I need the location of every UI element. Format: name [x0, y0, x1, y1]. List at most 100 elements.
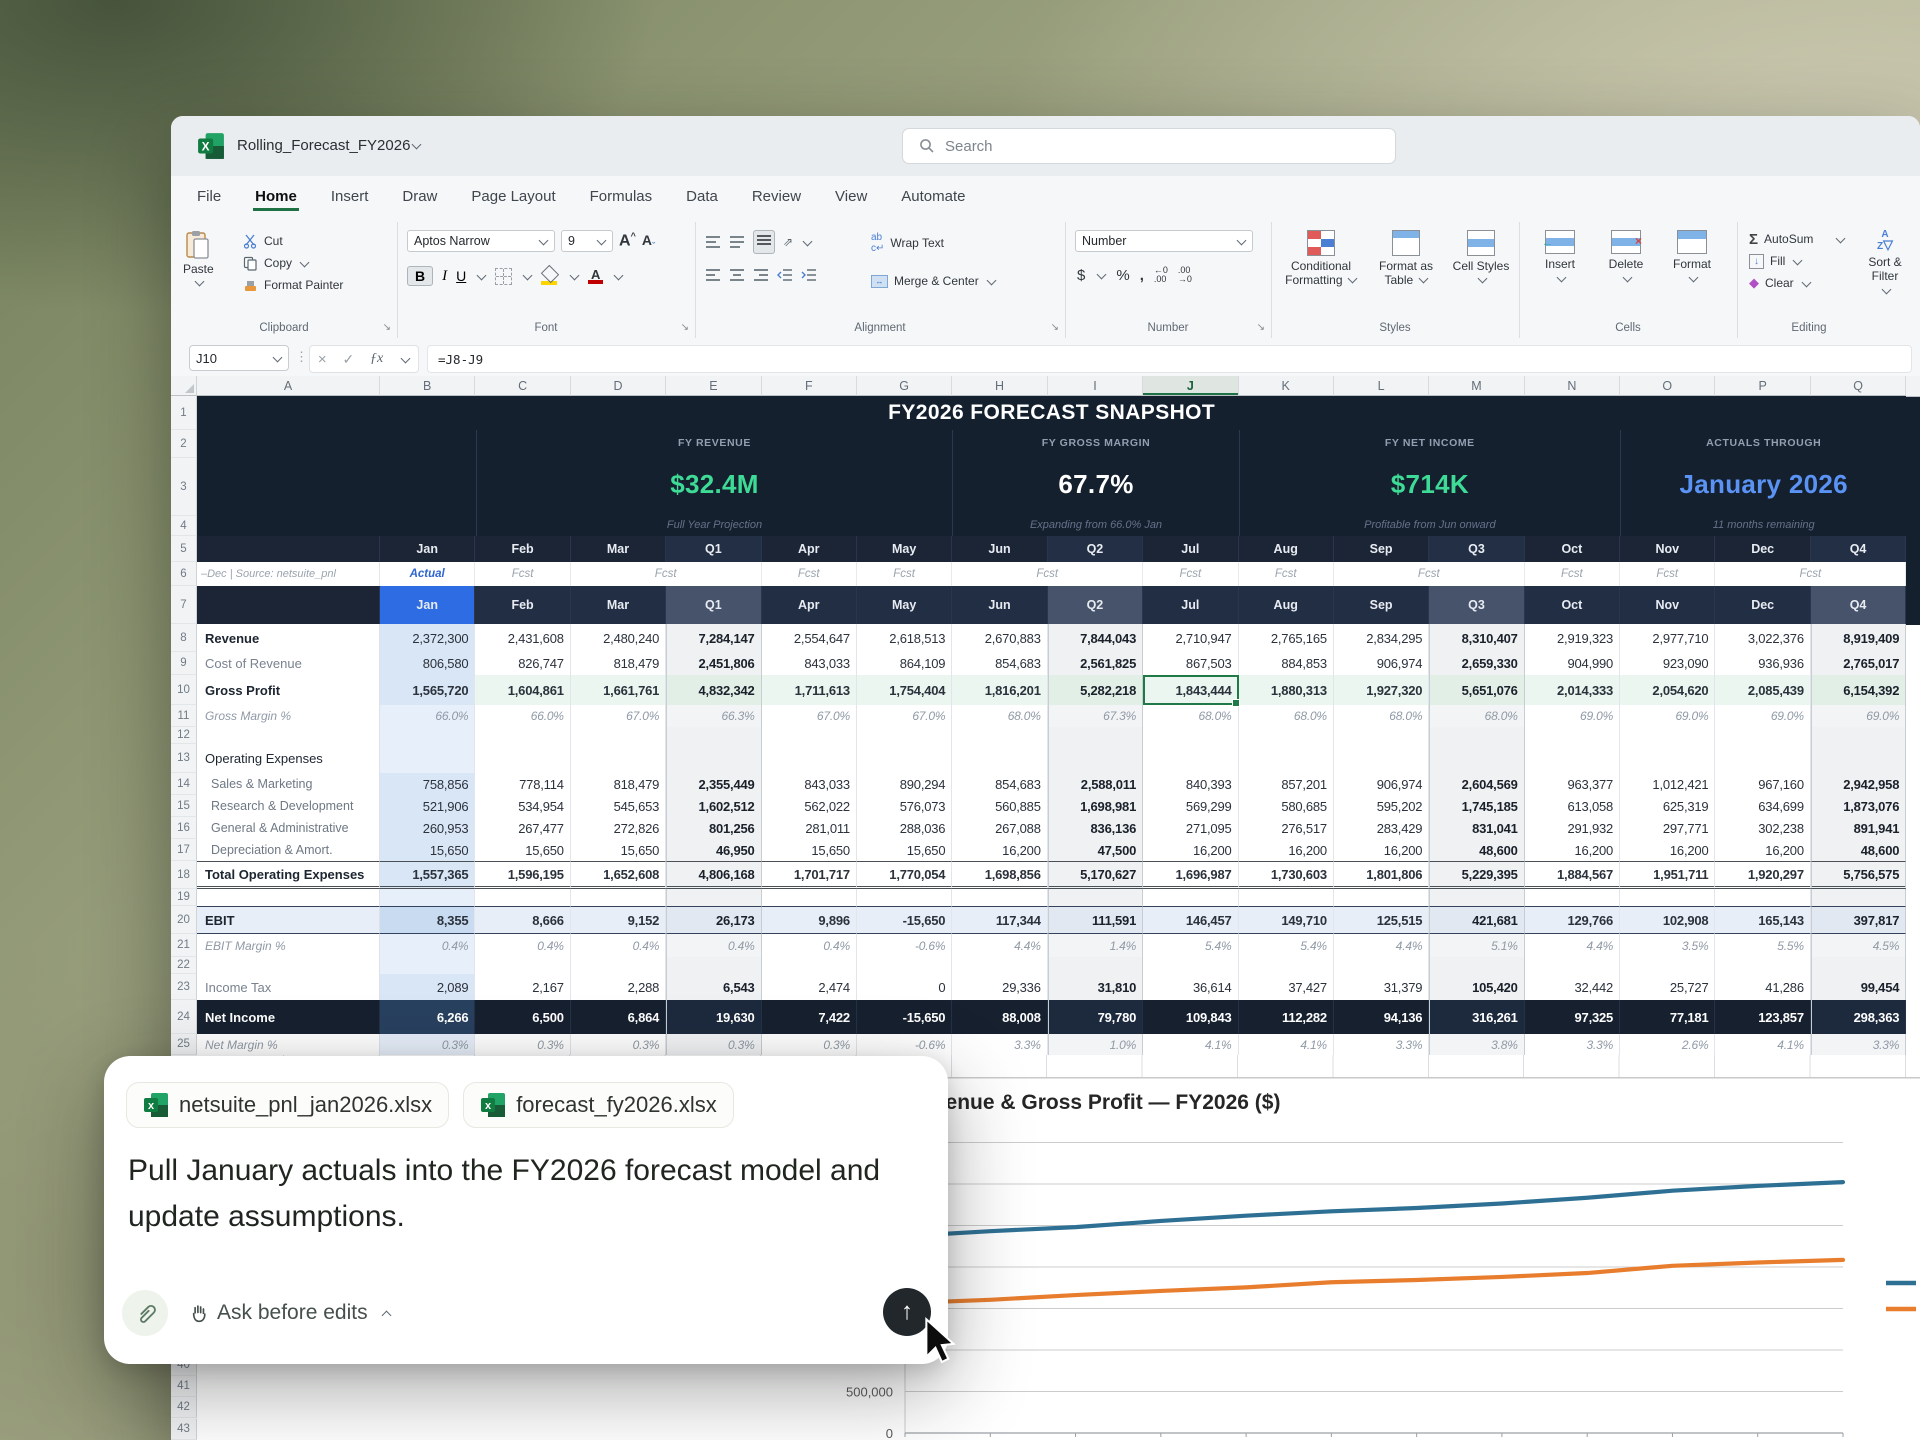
month-header-Jul[interactable]: Jul	[1143, 536, 1239, 562]
cell-D23[interactable]: 2,288	[570, 974, 667, 1000]
row-number-15[interactable]: 15	[171, 795, 197, 817]
cut-button[interactable]: Cut	[243, 230, 343, 252]
cell-P24[interactable]: 123,857	[1715, 1000, 1811, 1034]
cell-Q15[interactable]: 1,873,076	[1810, 795, 1907, 817]
row-number-7[interactable]: 7	[171, 586, 197, 624]
cell-E16[interactable]: 801,256	[666, 817, 762, 839]
cell-O12[interactable]	[1620, 727, 1716, 744]
cancel-entry-button[interactable]: ×	[318, 351, 327, 368]
cell-H9[interactable]: 854,683	[952, 652, 1048, 675]
col-header-F[interactable]: F	[761, 376, 857, 396]
month-header-row7-Mar[interactable]: Mar	[570, 586, 667, 624]
cell-Q19[interactable]	[1810, 889, 1907, 906]
row-label-revenue[interactable]: Revenue	[197, 624, 380, 652]
month-header-Feb[interactable]: Feb	[475, 536, 571, 562]
increase-indent-icon[interactable]	[801, 268, 817, 282]
cell-E8[interactable]: 7,284,147	[666, 624, 762, 652]
row-label-gross-margin-[interactable]: Gross Margin %	[197, 705, 380, 727]
cell-N25[interactable]: 3.3%	[1524, 1034, 1621, 1055]
cell-M25[interactable]: 3.8%	[1429, 1034, 1525, 1055]
cell-J12[interactable]	[1143, 727, 1239, 744]
cell-I24[interactable]: 79,780	[1047, 1000, 1144, 1034]
selection-handle[interactable]	[1231, 699, 1240, 707]
cell-C9[interactable]: 826,747	[475, 652, 571, 675]
cell-P22[interactable]	[1715, 957, 1811, 974]
cell-B14[interactable]: 758,856	[380, 773, 476, 795]
tag-fcst[interactable]: Fcst	[475, 562, 571, 586]
row-number-11[interactable]: 11	[171, 705, 197, 727]
cell-B18[interactable]: 1,557,365	[380, 861, 476, 889]
cell-I8[interactable]: 7,844,043	[1047, 624, 1144, 652]
tab-review[interactable]: Review	[750, 182, 803, 211]
cell-Q25[interactable]: 3.3%	[1810, 1034, 1907, 1055]
cell-G16[interactable]: 288,036	[856, 817, 953, 839]
cell-C18[interactable]: 1,596,195	[475, 861, 571, 889]
col-header-E[interactable]: E	[666, 376, 762, 396]
conditional-formatting-button[interactable]: Conditional Formatting	[1279, 230, 1363, 287]
month-header-Mar[interactable]: Mar	[570, 536, 667, 562]
font-dialog-launcher[interactable]: ↘	[681, 322, 689, 333]
cell-O21[interactable]: 3.5%	[1620, 934, 1716, 957]
cell-Q12[interactable]	[1810, 727, 1907, 744]
cell-H25[interactable]: 3.3%	[952, 1034, 1048, 1055]
row-number-43[interactable]: 43	[171, 1418, 197, 1440]
cell-G17[interactable]: 15,650	[856, 839, 953, 861]
cell-G25[interactable]: -0.6%	[856, 1034, 953, 1055]
tag-fcst[interactable]: Fcst	[1333, 562, 1525, 586]
tag-fcst[interactable]: Fcst	[570, 562, 762, 586]
month-header-Q4[interactable]: Q4	[1810, 536, 1907, 562]
fill-button[interactable]: ↓ Fill	[1749, 250, 1845, 272]
cell-C13[interactable]	[475, 744, 571, 773]
month-header-Apr[interactable]: Apr	[761, 536, 857, 562]
cell-Q23[interactable]: 99,454	[1810, 974, 1907, 1000]
cell-I13[interactable]	[1047, 744, 1144, 773]
cell-O10[interactable]: 2,054,620	[1620, 675, 1716, 705]
cell-J13[interactable]	[1143, 744, 1239, 773]
tab-file[interactable]: File	[195, 182, 223, 211]
cell-H17[interactable]: 16,200	[952, 839, 1048, 861]
col-header-H[interactable]: H	[952, 376, 1048, 396]
tag-fcst[interactable]: Fcst	[1143, 562, 1239, 586]
cell-E22[interactable]	[666, 957, 762, 974]
tag-fcst[interactable]: Fcst	[952, 562, 1144, 586]
cell-J15[interactable]: 569,299	[1143, 795, 1239, 817]
tab-formulas[interactable]: Formulas	[588, 182, 655, 211]
cell-J22[interactable]	[1143, 957, 1239, 974]
month-header-row7-Q3[interactable]: Q3	[1429, 586, 1525, 624]
tag-fcst[interactable]: Fcst	[1620, 562, 1716, 586]
cell-Q13[interactable]	[1810, 744, 1907, 773]
cell-O9[interactable]: 923,090	[1620, 652, 1716, 675]
cell-M17[interactable]: 48,600	[1429, 839, 1525, 861]
align-top-icon[interactable]	[705, 235, 721, 249]
col-header-O[interactable]: O	[1620, 376, 1716, 396]
cell-L14[interactable]: 906,974	[1333, 773, 1430, 795]
insert-cells-button[interactable]: ← Insert	[1533, 230, 1587, 283]
cell-D15[interactable]: 545,653	[570, 795, 667, 817]
cell-I15[interactable]: 1,698,981	[1047, 795, 1144, 817]
document-title[interactable]: Rolling_Forecast_FY2026	[237, 137, 422, 154]
cell-H22[interactable]	[952, 957, 1048, 974]
cell-Q24[interactable]: 298,363	[1810, 1000, 1907, 1034]
cell-B15[interactable]: 521,906	[380, 795, 476, 817]
cell-L9[interactable]: 906,974	[1333, 652, 1430, 675]
cell-G18[interactable]: 1,770,054	[856, 861, 953, 889]
tab-data[interactable]: Data	[684, 182, 720, 211]
cell-D8[interactable]: 2,480,240	[570, 624, 667, 652]
cell-B19[interactable]	[380, 889, 476, 906]
italic-button[interactable]: I	[442, 268, 447, 285]
alignment-dialog-launcher[interactable]: ↘	[1051, 322, 1059, 333]
row-label-total-operating-expenses[interactable]: Total Operating Expenses	[197, 861, 380, 889]
col-header-P[interactable]: P	[1715, 376, 1811, 396]
cell-styles-button[interactable]: Cell Styles	[1449, 230, 1513, 287]
cell-F21[interactable]: 0.4%	[761, 934, 857, 957]
cell-G9[interactable]: 864,109	[856, 652, 953, 675]
row-number-2[interactable]: 2	[171, 430, 197, 458]
cell-B21[interactable]: 0.4%	[380, 934, 476, 957]
cell-N22[interactable]	[1524, 957, 1621, 974]
font-family-select[interactable]: Aptos Narrow	[407, 230, 555, 252]
row-number-16[interactable]: 16	[171, 817, 197, 839]
number-dialog-launcher[interactable]: ↘	[1257, 322, 1265, 333]
font-size-select[interactable]: 9	[561, 230, 613, 252]
cell-H23[interactable]: 29,336	[952, 974, 1048, 1000]
search-box[interactable]: Search	[902, 128, 1396, 164]
